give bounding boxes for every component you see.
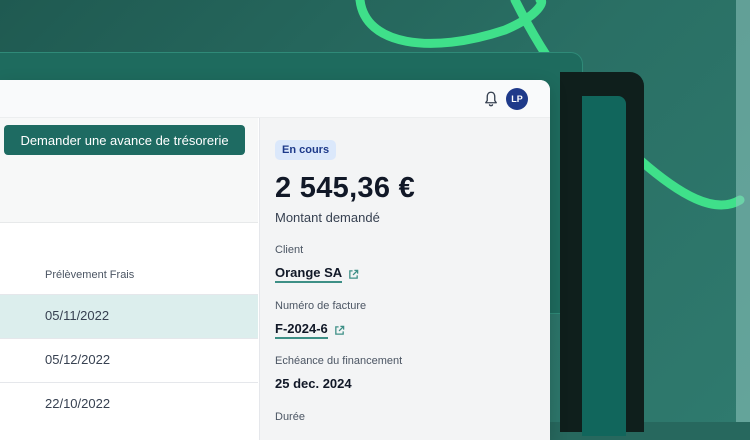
client-field[interactable]: Orange SA bbox=[275, 265, 359, 283]
request-advance-button[interactable]: Demander une avance de trésorerie bbox=[4, 125, 245, 155]
external-link-icon[interactable] bbox=[334, 325, 345, 336]
requested-amount-label: Montant demandé bbox=[275, 210, 380, 225]
detail-panel: En cours 2 545,36 € Montant demandé Clie… bbox=[259, 118, 550, 440]
duration-label: Durée bbox=[275, 411, 305, 423]
transactions-header: Demander une avance de trésorerie bbox=[0, 118, 258, 223]
invoice-field[interactable]: F-2024-6 bbox=[275, 321, 345, 339]
column-header-fee-debit: Prélèvement Frais bbox=[45, 269, 135, 281]
external-link-icon[interactable] bbox=[348, 269, 359, 280]
client-label: Client bbox=[275, 244, 304, 256]
app-window: LP Demander une avance de trésorerie Pré… bbox=[0, 80, 550, 440]
table-row[interactable]: 05/12/2022 bbox=[0, 338, 258, 382]
status-badge: En cours bbox=[275, 140, 337, 160]
transactions-pane: Demander une avance de trésorerie Prélèv… bbox=[0, 118, 258, 440]
client-link[interactable]: Orange SA bbox=[275, 265, 343, 283]
bell-icon[interactable] bbox=[482, 90, 500, 108]
top-bar: LP bbox=[0, 80, 550, 118]
table-row[interactable]: 05/11/2022 bbox=[0, 294, 258, 338]
requested-amount: 2 545,36 € bbox=[275, 172, 416, 204]
row-date: 05/11/2022 bbox=[45, 308, 110, 323]
invoice-label: Numéro de facture bbox=[275, 300, 367, 312]
due-date-label: Echéance du financement bbox=[275, 355, 403, 367]
due-date-value: 25 dec. 2024 bbox=[275, 376, 352, 391]
background-edge bbox=[736, 0, 750, 422]
avatar[interactable]: LP bbox=[506, 88, 528, 110]
table-row[interactable]: 22/10/2022 bbox=[0, 382, 258, 426]
invoice-link[interactable]: F-2024-6 bbox=[275, 321, 328, 339]
background-device-screen bbox=[582, 96, 626, 436]
row-date: 05/12/2022 bbox=[45, 352, 111, 367]
row-date: 22/10/2022 bbox=[45, 396, 111, 411]
